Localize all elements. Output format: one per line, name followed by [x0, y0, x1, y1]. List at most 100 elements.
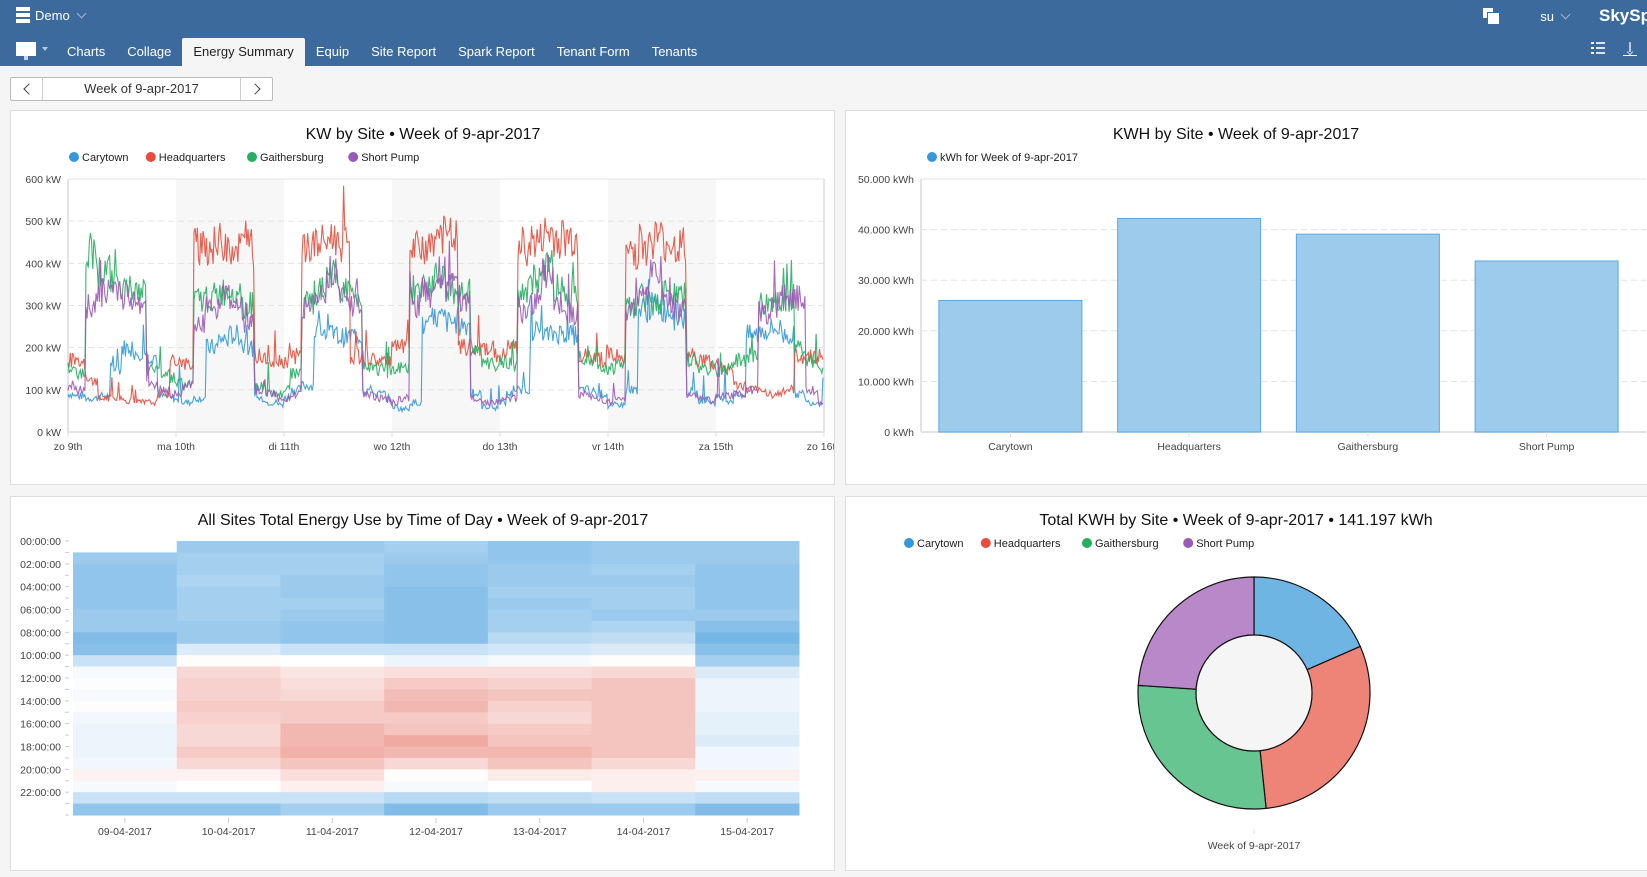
heatmap-cell	[487, 563, 593, 576]
bar-headquarters	[1117, 217, 1262, 433]
legend-item[interactable]: Carytown	[69, 152, 128, 164]
heatmap-cell	[384, 803, 489, 816]
y-tick-label: 02:00:00	[20, 559, 61, 571]
y-tick-label: 0 kWh	[884, 427, 914, 439]
bar-gaithersburg	[1295, 233, 1440, 433]
heatmap-cell	[384, 700, 489, 713]
heatmap-cell	[176, 700, 281, 713]
x-tick-label: 11-04-2017	[306, 826, 359, 838]
legend-item[interactable]: Short Pump	[1183, 538, 1254, 550]
heatmap-cell	[280, 746, 385, 759]
legend-label: Headquarters	[994, 538, 1061, 550]
legend-label: Short Pump	[1196, 538, 1254, 550]
caret-down-icon	[42, 47, 48, 51]
heatmap-cell	[176, 803, 281, 816]
heatmap-cell	[73, 552, 178, 565]
tab-spark-report[interactable]: Spark Report	[447, 38, 546, 66]
legend-label: kWh for Week of 9-apr-2017	[940, 152, 1078, 164]
heatmap-cell	[280, 700, 385, 713]
database-icon	[16, 7, 30, 23]
heatmap-cell	[280, 803, 385, 816]
heatmap-cell	[176, 678, 281, 690]
legend-swatch	[145, 152, 156, 162]
heatmap-cell	[73, 666, 178, 679]
heatmap-cell	[384, 689, 489, 702]
project-menu[interactable]: Demo	[16, 7, 87, 23]
heatmap-cell	[384, 746, 489, 759]
heatmap-cell	[384, 643, 489, 656]
legend-item[interactable]: Carytown	[904, 538, 963, 550]
copy-windows-icon[interactable]	[1482, 7, 1501, 25]
app-header: Demo su SkySpark ChartsCollageEnergy Sum…	[0, 0, 1647, 66]
heatmap-cell	[695, 689, 800, 702]
kw-by-site-panel: KW by Site • Week of 9-apr-2017 Carytown H…	[10, 110, 835, 485]
tab-tenant-form[interactable]: Tenant Form	[546, 38, 641, 66]
heatmap-cell	[591, 757, 696, 770]
y-tick-label: 300 kW	[25, 301, 61, 313]
next-week-button[interactable]	[241, 78, 272, 100]
user-menu[interactable]: su	[1540, 9, 1571, 24]
date-range-picker: Week of 9-apr-2017	[10, 77, 273, 101]
heatmap-cell	[384, 632, 489, 645]
legend-item[interactable]: Headquarters	[980, 538, 1061, 550]
y-tick-label: 14:00:00	[20, 696, 61, 708]
heatmap-cell	[73, 586, 178, 599]
header-tools: su SkySpark	[1482, 6, 1647, 26]
heatmap-cell	[73, 563, 178, 576]
heatmap-cell	[73, 746, 178, 759]
x-tick-label: 15-04-2017	[720, 826, 774, 838]
download-icon[interactable]	[1623, 42, 1637, 56]
heatmap-cell	[384, 552, 489, 565]
heatmap-cell	[73, 792, 178, 805]
legend-label: Headquarters	[159, 152, 226, 164]
heatmap-cell	[280, 598, 385, 610]
heatmap-cell	[73, 723, 178, 736]
app-row: Demo su SkySpark	[0, 0, 1647, 32]
heatmap-cell	[73, 769, 178, 782]
view-menu-button[interactable]	[16, 42, 48, 60]
heatmap-cell	[176, 609, 281, 622]
x-axis-label: Week of 9-apr-2017	[1208, 840, 1301, 852]
heatmap-cell	[176, 746, 281, 759]
heatmap-cell	[73, 780, 178, 793]
list-icon[interactable]	[1591, 42, 1605, 54]
heatmap-cell	[591, 620, 696, 633]
tab-charts[interactable]: Charts	[56, 38, 116, 66]
legend-item[interactable]: Short Pump	[348, 152, 419, 164]
heatmap-cell	[487, 723, 593, 736]
nav-bar: Charts Collage Energy Summary Equip Site Rep…	[0, 38, 1647, 66]
x-tick-label: Headquarters	[1157, 441, 1221, 453]
legend-label: Carytown	[917, 538, 963, 550]
heatmap-cell	[280, 586, 385, 599]
tab-energy-summary[interactable]: Energy Summary	[182, 38, 305, 66]
heatmap-cell	[591, 575, 696, 588]
chevron-left-icon	[22, 83, 35, 95]
heatmap-cell	[280, 666, 385, 679]
heatmap-cell	[280, 780, 385, 793]
heatmap-cell	[280, 655, 385, 668]
date-range-label[interactable]: Week of 9-apr-2017	[42, 78, 241, 100]
previous-week-button[interactable]	[11, 78, 42, 100]
tab-collage[interactable]: Collage	[116, 38, 182, 66]
y-tick-label: 12:00:00	[20, 673, 61, 685]
heatmap-cell	[176, 620, 281, 633]
tab-site-report[interactable]: Site Report	[360, 38, 447, 66]
bar-carytown	[938, 299, 1083, 433]
tab-equip[interactable]: Equip	[305, 38, 360, 66]
y-tick-label: 16:00:00	[20, 719, 61, 731]
heatmap-cell	[591, 541, 696, 553]
heatmap-cell	[695, 586, 800, 599]
legend-item[interactable]: Gaithersburg	[247, 152, 324, 164]
heatmap-cell	[73, 700, 178, 713]
legend-label: Gaithersburg	[260, 152, 324, 164]
heatmap-cell	[487, 769, 593, 782]
legend-item[interactable]: kWh for Week of 9-apr-2017	[927, 152, 1078, 164]
tab-tenants[interactable]: Tenants	[641, 38, 709, 66]
nav-tools	[1591, 42, 1637, 56]
legend-item[interactable]: Headquarters	[145, 152, 226, 164]
heatmap-cell	[487, 609, 593, 622]
heatmap-cell	[384, 780, 489, 793]
legend-item[interactable]: Gaithersburg	[1082, 538, 1159, 550]
heatmap-cell	[487, 678, 593, 690]
heatmap-cell	[591, 792, 696, 805]
